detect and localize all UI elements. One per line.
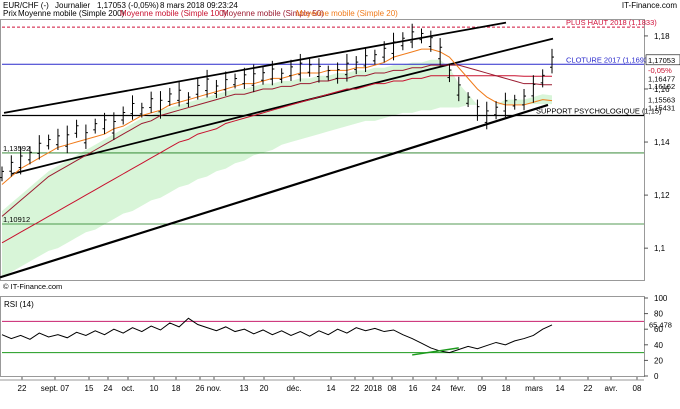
x-tick-label: 08 (388, 384, 397, 393)
legend-ma200: Moyenne mobile (Simple 200) (18, 9, 125, 18)
copyright-label: © IT-Finance.com (3, 282, 62, 291)
rsi-y-tick-label: 0 (654, 372, 659, 381)
chart-svg: EUR/CHF (-) Journalier 1,17053 (-0,05%) … (0, 1, 680, 393)
rsi-panel-frame (0, 296, 645, 377)
x-tick-label: sept. 07 (41, 384, 70, 393)
rsi-y-tick-label: 100 (654, 294, 668, 303)
level-label-0: PLUS HAUT 2018 (1,1833) (566, 18, 657, 27)
x-tick-label: 2018 (364, 384, 382, 393)
x-tick-label: avr. (605, 384, 618, 393)
x-tick-label: 08 (633, 384, 642, 393)
y-tick-label: 1,16 (654, 85, 670, 94)
y-tick-label: 1,1 (654, 244, 666, 253)
rsi-line (1, 317, 553, 354)
header-source: IT-Finance.com (622, 1, 677, 10)
x-tick-label: 26 (196, 384, 205, 393)
x-tick-label: 22 (584, 384, 593, 393)
rsi-y-tick-label: 60 (654, 325, 663, 334)
price-panel: PLUS HAUT 2018 (1,1833) CLOTURE 2017 (1,1… (0, 18, 680, 279)
y-tick-label: 1,12 (654, 191, 670, 200)
rsi-y-tick-label: 20 (654, 356, 663, 365)
y-tick-label: 1,14 (654, 138, 670, 147)
x-tick-label: mars (525, 384, 543, 393)
rsi-title: RSI (14) (4, 300, 34, 309)
y-tick-label: 1,18 (654, 32, 670, 41)
x-tick-label: 14 (556, 384, 565, 393)
x-tick-label: 18 (172, 384, 181, 393)
low-label-1: 1,13592 (3, 144, 30, 153)
x-tick-label: 24 (432, 384, 441, 393)
x-tick-label: déc. (286, 384, 301, 393)
rsi-panel: RSI (14)65,478 (1, 300, 672, 356)
level-label-2: SUPPORT PSYCHOLOGIQUE (1,15) (536, 107, 662, 116)
rsi-y-tick-label: 40 (654, 341, 663, 350)
rsi-y-tick-label: 80 (654, 310, 663, 319)
x-tick-label: 22 (351, 384, 360, 393)
legend-price: Prix (3, 9, 17, 18)
x-tick-label: oct. (122, 384, 135, 393)
level-label-1: CLOTURE 2017 (1,16932) (566, 55, 655, 64)
legend-ma20: Moyenne mobile (Simple 20) (296, 9, 398, 18)
x-tick-label: 14 (327, 384, 336, 393)
x-tick-label: nov. (207, 384, 222, 393)
right-value-label: 1,15431 (648, 104, 675, 113)
x-tick-label: 15 (85, 384, 94, 393)
trend-area (2, 59, 552, 278)
right-value-label: 1,17053 (648, 56, 675, 65)
trend-lower (11, 37, 554, 175)
low-label-2: 1,10912 (3, 215, 30, 224)
x-tick-label: 20 (260, 384, 269, 393)
x-tick-label: 22 (18, 384, 27, 393)
x-tick-label: 13 (240, 384, 249, 393)
legend-ma100: Moyenne mobile (Simple 100) (120, 9, 227, 18)
x-tick-label: 24 (104, 384, 113, 393)
x-tick-label: 10 (150, 384, 159, 393)
x-tick-label: 09 (478, 384, 487, 393)
x-tick-label: févr. (450, 384, 465, 393)
x-tick-label: 16 (409, 384, 418, 393)
x-tick-label: 18 (502, 384, 511, 393)
